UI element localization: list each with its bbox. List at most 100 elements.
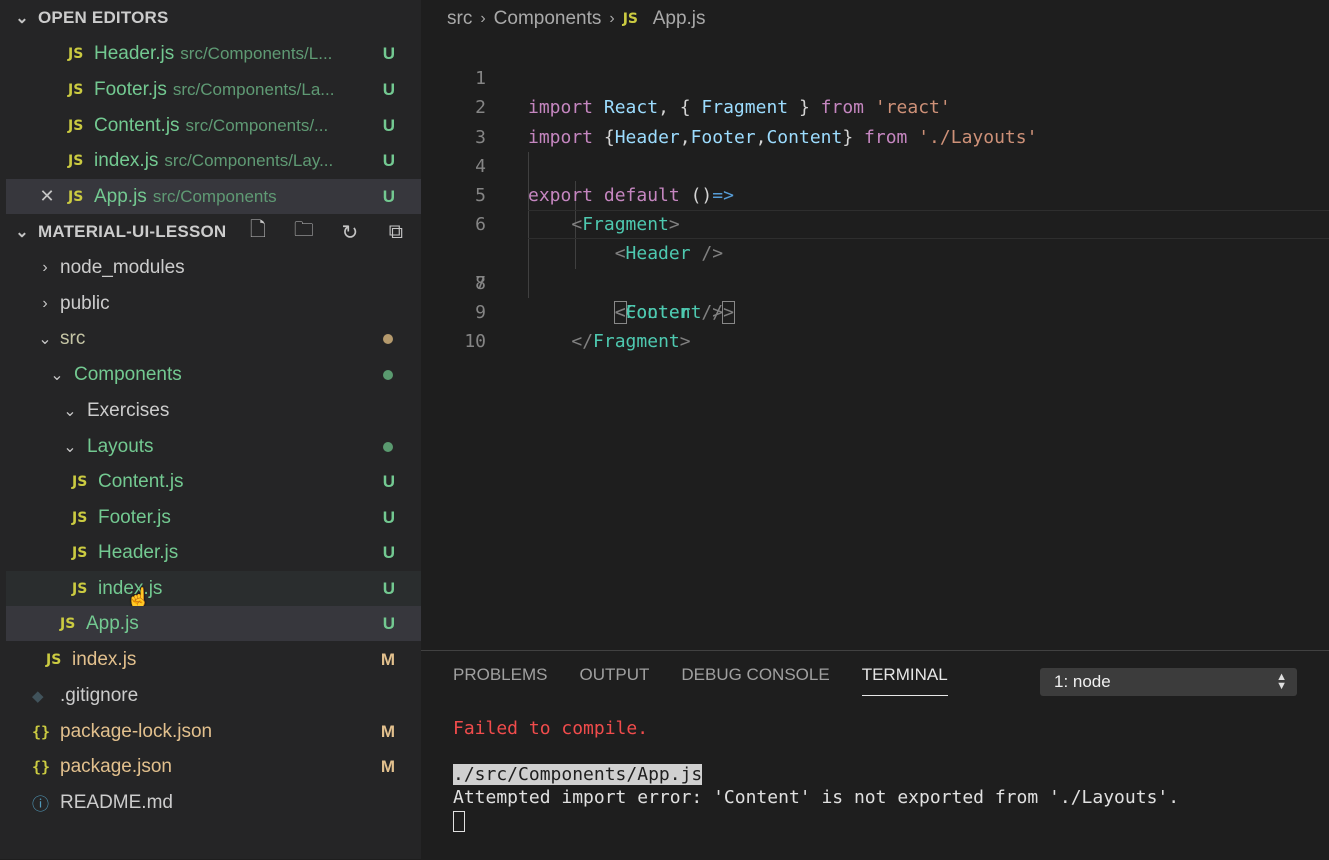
chevron-down-icon: ⌄ bbox=[63, 438, 77, 456]
open-editor-item[interactable]: JS Content.js src/Components/... U bbox=[6, 108, 421, 143]
tree-file-readme[interactable]: ⓘ README.md bbox=[6, 785, 421, 820]
js-file-icon: JS bbox=[72, 544, 88, 561]
code-line: 4 export default ()=> bbox=[421, 123, 1329, 206]
breadcrumb: src › Components › JS App.js bbox=[447, 6, 706, 32]
tree-folder-node-modules[interactable]: › node_modules bbox=[6, 250, 421, 285]
js-file-icon: JS bbox=[68, 188, 84, 205]
tree-file-header-js[interactable]: JS Header.js U bbox=[6, 535, 421, 570]
js-file-icon: JS bbox=[72, 509, 88, 526]
new-folder-icon[interactable]: 🗀 bbox=[291, 215, 317, 249]
open-editor-path: src/Components/Lay... bbox=[164, 150, 334, 170]
js-file-icon: JS bbox=[68, 117, 84, 134]
tree-file-footer-js[interactable]: JS Footer.js U bbox=[6, 500, 421, 535]
file-label: package.json bbox=[60, 755, 172, 777]
tree-folder-exercises[interactable]: ⌄ Exercises bbox=[6, 393, 421, 428]
git-status-badge: U bbox=[382, 613, 395, 633]
terminal-output[interactable]: Failed to compile. ./src/Components/App.… bbox=[453, 717, 1179, 832]
chevron-right-icon: › bbox=[42, 258, 48, 276]
tree-file-package-json[interactable]: {} package.json M bbox=[6, 749, 421, 784]
terminal-file-line: ./src/Components/App.js bbox=[453, 764, 703, 785]
tab-problems[interactable]: PROBLEMS bbox=[453, 665, 547, 696]
git-status-badge: U bbox=[382, 43, 395, 63]
tab-debug-console[interactable]: DEBUG CONSOLE bbox=[681, 665, 829, 696]
untracked-dot-icon bbox=[383, 441, 393, 452]
tab-terminal[interactable]: TERMINAL bbox=[861, 665, 948, 696]
tree-file-package-lock-json[interactable]: {} package-lock.json M bbox=[6, 714, 421, 749]
breadcrumb-item[interactable]: App.js bbox=[653, 8, 706, 30]
open-editor-filename: Footer.js bbox=[94, 78, 167, 100]
code-line: 6 <Header /> bbox=[421, 181, 1329, 264]
file-label: .gitignore bbox=[60, 684, 139, 706]
select-arrows-icon: ▲ ▼ bbox=[1276, 671, 1287, 692]
chevron-down-icon: ⌄ bbox=[38, 330, 52, 348]
open-editors-title: OPEN EDITORS bbox=[38, 8, 169, 27]
code-line: 3 bbox=[421, 93, 1329, 148]
open-editor-filename: Header.js bbox=[94, 42, 175, 64]
line-number: 10 bbox=[464, 330, 486, 352]
open-editors-header[interactable]: ⌄ OPEN EDITORS bbox=[0, 0, 421, 36]
breadcrumb-item[interactable]: src bbox=[447, 8, 472, 30]
tree-folder-layouts[interactable]: ⌄ Layouts bbox=[6, 429, 421, 464]
chevron-down-icon: ⌄ bbox=[15, 10, 29, 27]
folder-label: Exercises bbox=[87, 399, 170, 421]
terminal-cursor bbox=[453, 810, 465, 832]
open-editor-path: src/Components/L... bbox=[180, 43, 333, 63]
tree-file-gitignore[interactable]: ◆ .gitignore bbox=[6, 678, 421, 713]
js-file-icon: JS bbox=[68, 45, 84, 62]
git-status-badge: U bbox=[382, 507, 395, 527]
code-area[interactable]: 1 import React, { Fragment } from 'react… bbox=[421, 35, 1329, 352]
folder-label: src bbox=[60, 327, 86, 349]
code-line: 5 <Fragment> bbox=[421, 152, 1329, 235]
code-line: 8 <Footer /> bbox=[421, 239, 1329, 323]
tree-folder-src[interactable]: ⌄ src bbox=[6, 321, 421, 356]
folder-label: Components bbox=[74, 363, 182, 385]
bottom-panel: PROBLEMS OUTPUT DEBUG CONSOLE TERMINAL 1… bbox=[421, 650, 1329, 860]
collapse-all-icon[interactable]: ⧉ bbox=[383, 221, 409, 244]
open-editor-item[interactable]: JS Footer.js src/Components/La... U bbox=[6, 72, 421, 107]
untracked-dot-icon bbox=[383, 369, 393, 380]
js-file-icon: JS bbox=[60, 615, 76, 632]
code-line: 10 bbox=[421, 298, 1329, 352]
git-status-badge: U bbox=[382, 79, 395, 99]
tree-folder-components[interactable]: ⌄ Components bbox=[6, 357, 421, 392]
panel-tabs: PROBLEMS OUTPUT DEBUG CONSOLE TERMINAL bbox=[453, 665, 948, 696]
git-status-badge: U bbox=[382, 578, 395, 598]
tree-folder-public[interactable]: › public bbox=[6, 286, 421, 321]
js-file-icon: JS bbox=[622, 11, 639, 27]
tree-file-content-js[interactable]: JS Content.js U bbox=[6, 464, 421, 499]
chevron-down-icon: ⌄ bbox=[63, 402, 77, 420]
new-file-icon[interactable]: 🗋 bbox=[245, 215, 271, 249]
breadcrumb-item[interactable]: Components bbox=[494, 8, 602, 30]
open-editor-item-active[interactable]: ✕ JS App.js src/Components U bbox=[6, 179, 421, 214]
tree-file-layouts-index-js[interactable]: JS index.js U bbox=[6, 571, 421, 606]
folder-label: public bbox=[60, 292, 110, 314]
git-status-badge: U bbox=[382, 115, 395, 135]
code-line: 9 </Fragment> bbox=[421, 269, 1329, 352]
tree-file-src-index-js[interactable]: JS index.js M bbox=[6, 642, 421, 677]
open-editor-item[interactable]: JS index.js src/Components/Lay... U bbox=[6, 143, 421, 178]
current-line-highlight bbox=[528, 210, 1329, 240]
chevron-right-icon: › bbox=[480, 10, 486, 27]
file-label: Content.js bbox=[98, 470, 184, 492]
project-header[interactable]: ⌄ MATERIAL-UI-LESSON 🗋 🗀 ↻ ⧉ bbox=[0, 214, 421, 250]
git-status-badge: U bbox=[382, 471, 395, 491]
refresh-icon[interactable]: ↻ bbox=[337, 220, 363, 245]
git-status-badge: M bbox=[380, 649, 395, 669]
terminal-error-line: Failed to compile. bbox=[453, 718, 649, 739]
tree-file-app-js[interactable]: JS App.js U bbox=[6, 606, 421, 641]
js-file-icon: JS bbox=[46, 651, 62, 668]
tab-output[interactable]: OUTPUT bbox=[579, 665, 649, 696]
git-status-badge: M bbox=[380, 721, 395, 741]
file-label: package-lock.json bbox=[60, 720, 213, 742]
open-editor-item[interactable]: JS Header.js src/Components/L... U bbox=[6, 36, 421, 71]
git-status-badge: U bbox=[382, 186, 395, 206]
explorer-actions: 🗋 🗀 ↻ ⧉ bbox=[245, 215, 409, 249]
code-editor[interactable]: src › Components › JS App.js 1 import Re… bbox=[421, 0, 1329, 650]
code-line-current: 7 <Content /> bbox=[421, 210, 1329, 324]
json-file-icon: {} bbox=[32, 757, 51, 776]
close-icon[interactable]: ✕ bbox=[36, 186, 58, 207]
terminal-select[interactable]: 1: node ▲ ▼ bbox=[1040, 668, 1297, 696]
folder-label: node_modules bbox=[60, 256, 185, 278]
js-file-icon: JS bbox=[72, 580, 88, 597]
file-label: Header.js bbox=[98, 541, 179, 563]
